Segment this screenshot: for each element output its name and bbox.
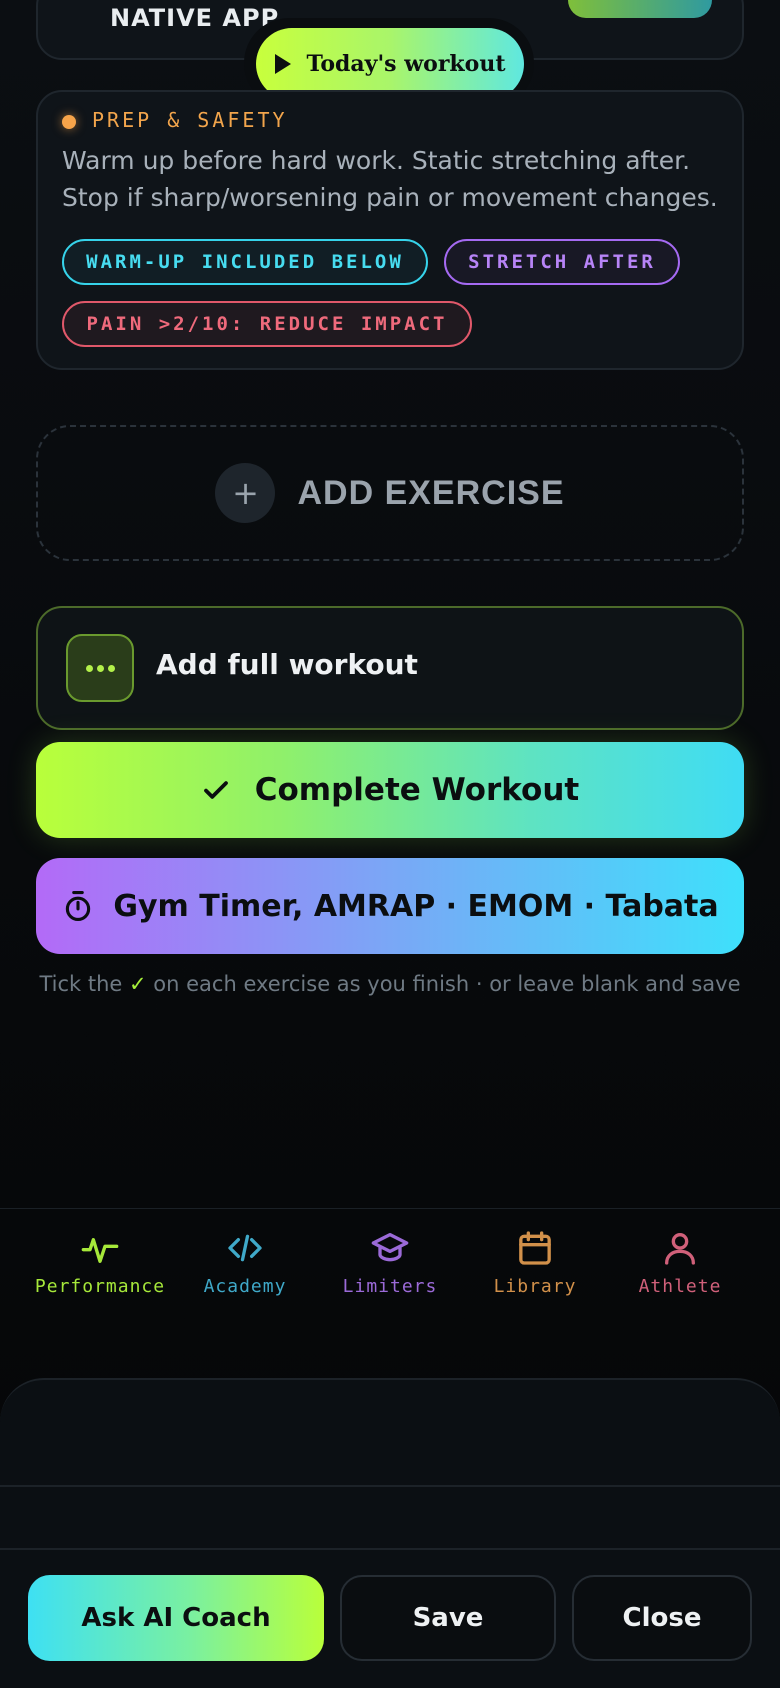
add-exercise-label: ADD EXERCISE xyxy=(297,473,565,512)
activity-icon xyxy=(81,1238,119,1263)
more-dots-icon xyxy=(66,634,134,702)
graduation-cap-icon xyxy=(371,1233,409,1262)
nav-label-athlete: Athlete xyxy=(638,1276,722,1297)
nav-label-academy: Academy xyxy=(203,1276,287,1297)
calendar-icon xyxy=(519,1231,551,1265)
tag-pain-reduce-impact: PAIN >2/10: REDUCE IMPACT xyxy=(62,301,472,347)
stopwatch-icon xyxy=(66,890,91,922)
prep-safety-title: PREP & SAFETY xyxy=(92,108,288,132)
save-button[interactable]: Save xyxy=(340,1575,556,1661)
ask-ai-coach-button[interactable]: Ask AI Coach xyxy=(28,1575,324,1661)
hint-before: Tick the xyxy=(39,972,130,996)
nav-label-library: Library xyxy=(493,1276,577,1297)
tag-warm-up: WARM-UP INCLUDED BELOW xyxy=(62,239,428,285)
nav-item-academy[interactable]: Academy xyxy=(167,1228,323,1308)
code-icon xyxy=(228,1234,262,1262)
nav-divider xyxy=(0,1208,780,1209)
complete-workout-label: Complete Workout xyxy=(254,772,580,808)
prep-safety-text: Warm up before hard work. Static stretch… xyxy=(62,146,718,212)
nav-item-performance[interactable]: Performance xyxy=(22,1228,178,1308)
user-icon xyxy=(665,1233,695,1265)
nav-item-athlete[interactable]: Athlete xyxy=(602,1228,758,1308)
complete-workout-button[interactable]: Complete Workout xyxy=(36,742,744,838)
prep-status-dot-icon xyxy=(62,115,76,129)
plus-icon: + xyxy=(215,463,276,523)
nav-item-library[interactable]: Library xyxy=(457,1228,613,1308)
nav-label-performance: Performance xyxy=(34,1276,166,1297)
todays-workout-label: Today's workout xyxy=(306,51,506,77)
close-button[interactable]: Close xyxy=(572,1575,752,1661)
nav-label-limiters: Limiters xyxy=(342,1276,438,1297)
sheet-divider-1 xyxy=(0,1485,780,1487)
native-app-pill[interactable] xyxy=(568,0,712,18)
completion-hint: Tick the ✓ on each exercise as you finis… xyxy=(36,968,744,1000)
sheet-divider-2 xyxy=(0,1548,780,1550)
add-exercise-button[interactable]: + ADD EXERCISE xyxy=(36,425,744,561)
gym-timer-label: Gym Timer, AMRAP · EMOM · Tabata xyxy=(113,888,719,924)
native-app-title: NATIVE APP xyxy=(110,4,280,32)
add-full-workout-label: Add full workout xyxy=(156,648,418,681)
nav-item-limiters[interactable]: Limiters xyxy=(312,1228,468,1308)
gym-timer-button[interactable]: Gym Timer, AMRAP · EMOM · Tabata xyxy=(36,858,744,954)
tag-stretch-after: STRETCH AFTER xyxy=(444,239,680,285)
check-icon xyxy=(203,781,228,799)
hint-after: on each exercise as you finish · or leav… xyxy=(146,972,741,996)
play-icon xyxy=(274,54,291,74)
hint-tick: ✓ xyxy=(129,972,147,996)
